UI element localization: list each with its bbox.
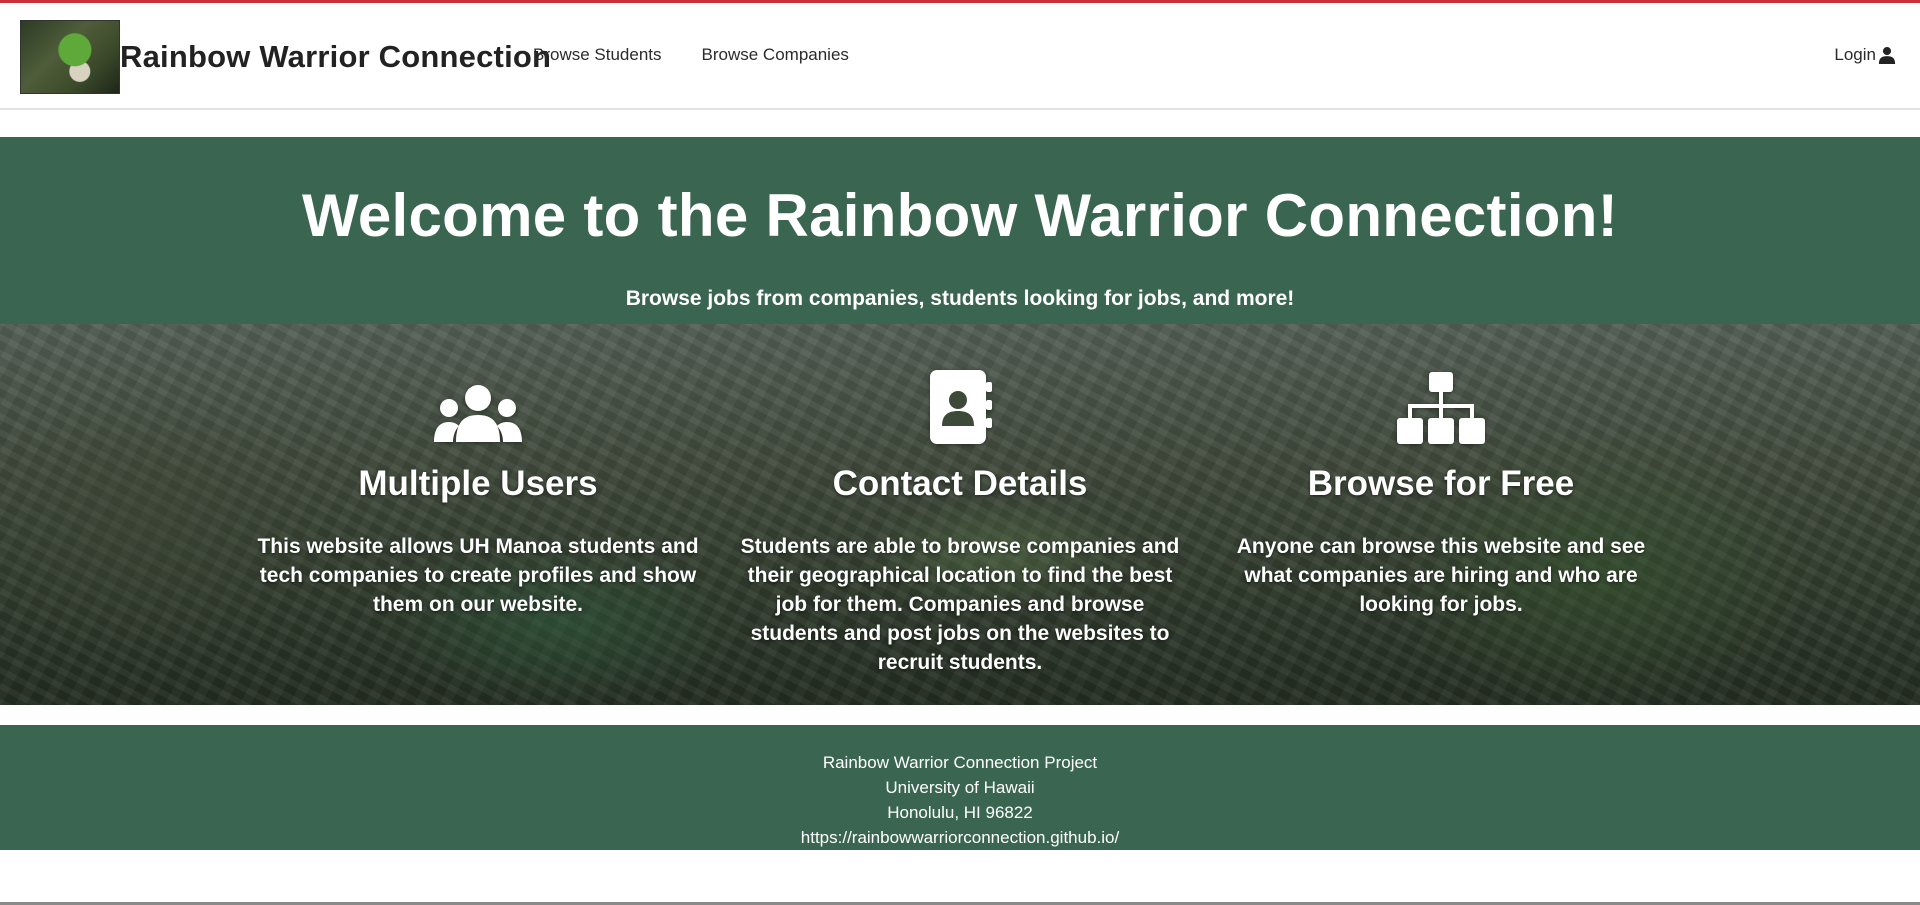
feature-text: Students are able to browse companies an… xyxy=(740,535,1180,674)
footer-location: Honolulu, HI 96822 xyxy=(887,803,1033,822)
footer: Rainbow Warrior Connection Project Unive… xyxy=(0,725,1920,850)
users-icon xyxy=(434,385,522,442)
login-dropdown[interactable]: Login xyxy=(1834,45,1896,65)
user-icon xyxy=(1878,47,1896,64)
feature-title: Browse for Free xyxy=(1307,464,1575,503)
feature-title: Multiple Users xyxy=(358,464,598,503)
footer-university: University of Hawaii xyxy=(885,778,1035,797)
brand-home-link[interactable]: Rainbow Warrior Connection xyxy=(20,20,551,94)
feature-title: Contact Details xyxy=(832,464,1088,503)
feature-browse-free: Browse for Free Anyone can browse this w… xyxy=(1211,324,1671,619)
login-label: Login xyxy=(1834,45,1876,64)
features-section: Multiple Users This website allows UH Ma… xyxy=(0,324,1920,705)
navbar: Rainbow Warrior Connection Browse Studen… xyxy=(0,3,1920,110)
nav-browse-students[interactable]: Browse Students xyxy=(533,45,662,65)
nav-browse-companies[interactable]: Browse Companies xyxy=(702,45,849,65)
feature-text: Anyone can browse this website and see w… xyxy=(1236,535,1646,616)
feature-contact-details: Contact Details Students are able to bro… xyxy=(730,324,1190,677)
hero-subtitle: Browse jobs from companies, students loo… xyxy=(625,287,1295,310)
nav-links: Browse Students Browse Companies xyxy=(533,45,849,65)
hero-banner: Welcome to the Rainbow Warrior Connectio… xyxy=(0,137,1920,324)
footer-project-name: Rainbow Warrior Connection Project xyxy=(822,753,1098,772)
footer-url[interactable]: https://rainbowwarriorconnection.github.… xyxy=(0,825,1920,850)
address-book-icon xyxy=(930,370,992,444)
feature-text: This website allows UH Manoa students an… xyxy=(257,535,699,616)
kermit-logo-image xyxy=(20,20,120,94)
sitemap-icon xyxy=(1397,372,1485,444)
hero-title: Welcome to the Rainbow Warrior Connectio… xyxy=(302,182,1618,249)
feature-multiple-users: Multiple Users This website allows UH Ma… xyxy=(248,324,708,619)
brand-title: Rainbow Warrior Connection xyxy=(120,39,552,74)
